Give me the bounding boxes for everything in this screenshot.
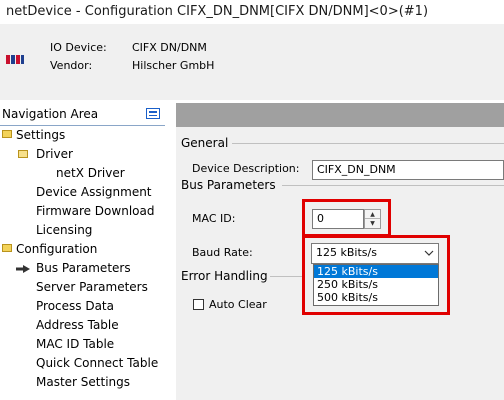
nav-item-server-parameters[interactable]: Server Parameters [36, 280, 148, 295]
auto-clear-label[interactable]: Auto Clear [209, 298, 267, 311]
vendor-label: Vendor: [50, 59, 93, 72]
nav-item-firmware-download[interactable]: Firmware Download [36, 204, 154, 219]
nav-item-licensing[interactable]: Licensing [36, 223, 92, 238]
nav-item-mac-id-table[interactable]: MAC ID Table [36, 337, 114, 352]
nav-item-quick-connect-table[interactable]: Quick Connect Table [36, 356, 158, 371]
error-handling-group-line [270, 276, 302, 277]
bus-parameters-group-label: Bus Parameters [181, 178, 276, 192]
general-group-line [232, 143, 504, 144]
nav-item-process-data[interactable]: Process Data [36, 299, 114, 314]
folder-icon [2, 130, 12, 138]
page-header-band [176, 103, 504, 127]
auto-clear-checkbox[interactable] [193, 299, 204, 310]
nav-item-configuration[interactable]: Configuration [16, 242, 97, 257]
window-title: netDevice - Configuration CIFX_DN_DNM[CI… [6, 4, 429, 19]
navigation-area-title: Navigation Area [2, 107, 99, 121]
vendor-logo-icon [6, 55, 24, 64]
navigation-area-header: Navigation Area [0, 104, 165, 125]
current-page-arrow-icon [16, 265, 30, 273]
general-group-label: General [181, 136, 229, 150]
device-description-label: Device Description: [192, 162, 300, 175]
nav-divider [0, 125, 165, 126]
nav-item-bus-parameters[interactable]: Bus Parameters [36, 261, 131, 276]
mac-id-highlight [302, 199, 391, 237]
nav-item-address-table[interactable]: Address Table [36, 318, 119, 333]
nav-item-device-assignment[interactable]: Device Assignment [36, 185, 152, 200]
bus-parameters-group-line [282, 185, 504, 186]
io-device-value: CIFX DN/DNM [132, 41, 207, 54]
mac-id-label: MAC ID: [192, 212, 236, 225]
nav-item-netx-driver[interactable]: netX Driver [56, 166, 125, 181]
vendor-value: Hilscher GmbH [132, 59, 215, 72]
panel-toggle-icon[interactable] [146, 108, 160, 119]
device-description-field[interactable]: CIFX_DN_DNM [312, 160, 504, 180]
error-handling-group-label: Error Handling [181, 269, 268, 283]
folder-open-icon [18, 150, 28, 158]
folder-icon [2, 244, 12, 252]
nav-item-master-settings[interactable]: Master Settings [36, 375, 130, 390]
nav-item-settings[interactable]: Settings [16, 128, 65, 143]
baud-rate-highlight [302, 235, 450, 315]
io-device-label: IO Device: [50, 41, 107, 54]
nav-item-driver[interactable]: Driver [36, 147, 73, 162]
baud-rate-label: Baud Rate: [192, 246, 253, 259]
